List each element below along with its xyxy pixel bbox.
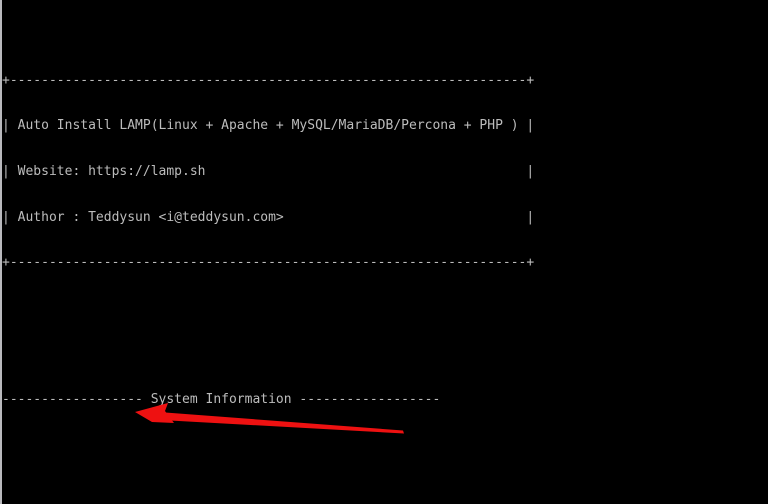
blank-line-1 bbox=[2, 316, 768, 331]
terminal-screen[interactable]: +---------------------------------------… bbox=[2, 0, 768, 504]
banner-top-border: +---------------------------------------… bbox=[2, 72, 535, 88]
banner-title-line: | Auto Install LAMP(Linux + Apache + MyS… bbox=[2, 118, 535, 134]
banner-website-line: | Website: https://lamp.sh | bbox=[2, 164, 535, 179]
banner-author-line: | Author : Teddysun <i@teddysun.com> | bbox=[2, 209, 535, 225]
system-information-header: ------------------ System Information --… bbox=[2, 391, 441, 407]
blank-line-2 bbox=[2, 438, 768, 453]
banner-bottom-border: +---------------------------------------… bbox=[2, 255, 535, 271]
terminal-window[interactable]: +---------------------------------------… bbox=[0, 0, 768, 504]
